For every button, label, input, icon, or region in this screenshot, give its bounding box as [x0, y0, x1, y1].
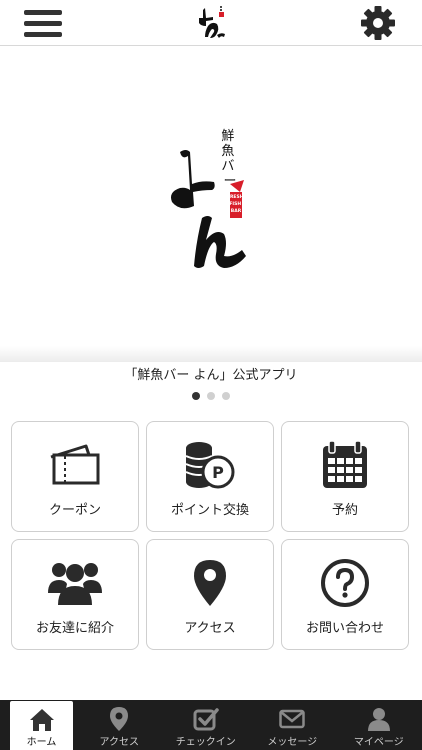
ticket-icon — [50, 444, 100, 485]
menu-grid: クーポン P ポイント交換 予約 お友達に紹介 アクセス お問い合わせ — [11, 421, 410, 650]
tile-label: ポイント交換 — [170, 503, 249, 518]
menu-line — [24, 31, 62, 37]
user-icon — [367, 708, 390, 731]
access-tile[interactable]: アクセス — [146, 539, 274, 650]
menu-line — [24, 9, 62, 15]
svg-text:P: P — [212, 463, 224, 482]
hero-caption: 「鮮魚バー よん」公式アプリ — [124, 368, 298, 383]
tab-label: マイページ — [353, 737, 404, 748]
tab-home[interactable]: ホーム — [10, 701, 73, 750]
contact-tile[interactable]: お問い合わせ — [281, 539, 409, 650]
logo-badge-line: FISH — [229, 201, 241, 207]
hero-divider — [0, 346, 422, 362]
app-header — [0, 0, 422, 46]
question-circle-icon — [321, 559, 369, 607]
envelope-icon — [279, 709, 305, 729]
home-icon — [29, 709, 54, 731]
map-pin-icon — [194, 560, 226, 606]
tile-label: 予約 — [331, 503, 358, 518]
tab-checkin[interactable]: チェックイン — [163, 700, 250, 750]
tab-label: ホーム — [26, 737, 57, 748]
logo-vertical-char: バ — [221, 159, 234, 174]
tab-access[interactable]: アクセス — [76, 700, 163, 750]
menu-line — [24, 20, 62, 26]
logo-vertical-char: 魚 — [221, 144, 234, 159]
tab-mypage[interactable]: マイページ — [336, 700, 422, 750]
coins-point-icon: P — [185, 442, 235, 489]
svg-text:FRESH FISH BAR: FRESH FISH BAR — [227, 194, 245, 214]
tab-label: アクセス — [99, 737, 140, 748]
tile-label: お友達に紹介 — [35, 621, 114, 636]
tile-label: お問い合わせ — [305, 621, 384, 636]
checkin-icon — [193, 708, 219, 731]
invite-friend-tile[interactable]: お友達に紹介 — [11, 539, 139, 650]
svg-text:鮮 魚 バ ー: 鮮 魚 バ ー — [221, 129, 238, 189]
tile-label: アクセス — [184, 621, 236, 636]
hamburger-menu-icon[interactable] — [24, 6, 62, 40]
tab-messages[interactable]: メッセージ — [249, 700, 336, 750]
tile-label: クーポン — [48, 503, 101, 518]
bottom-tab-bar: ホーム アクセス チェックイン メッセージ マイページ — [0, 700, 422, 750]
brand-logo-small — [199, 6, 225, 38]
carousel-dot-1[interactable] — [192, 392, 200, 400]
reservation-tile[interactable]: 予約 — [281, 421, 409, 532]
carousel-dots — [0, 392, 422, 400]
gear-icon[interactable] — [360, 5, 396, 41]
carousel-dot-3[interactable] — [222, 392, 230, 400]
calendar-icon — [323, 440, 367, 488]
map-pin-icon — [110, 707, 129, 731]
users-group-icon — [48, 563, 102, 605]
carousel-dot-2[interactable] — [207, 392, 215, 400]
logo-badge-line: FRESH — [227, 194, 244, 200]
coupon-tile[interactable]: クーポン — [11, 421, 139, 532]
brand-logo-large: 鮮 魚 バ ー FRESH FISH BAR — [171, 129, 246, 268]
point-exchange-tile[interactable]: P ポイント交換 — [146, 421, 274, 532]
tab-label: メッセージ — [267, 737, 318, 748]
tab-label: チェックイン — [175, 737, 236, 748]
logo-badge-line: BAR — [231, 208, 242, 214]
hero-banner[interactable]: 鮮 魚 バ ー FRESH FISH BAR — [0, 47, 422, 360]
logo-vertical-char: 鮮 — [221, 129, 234, 144]
